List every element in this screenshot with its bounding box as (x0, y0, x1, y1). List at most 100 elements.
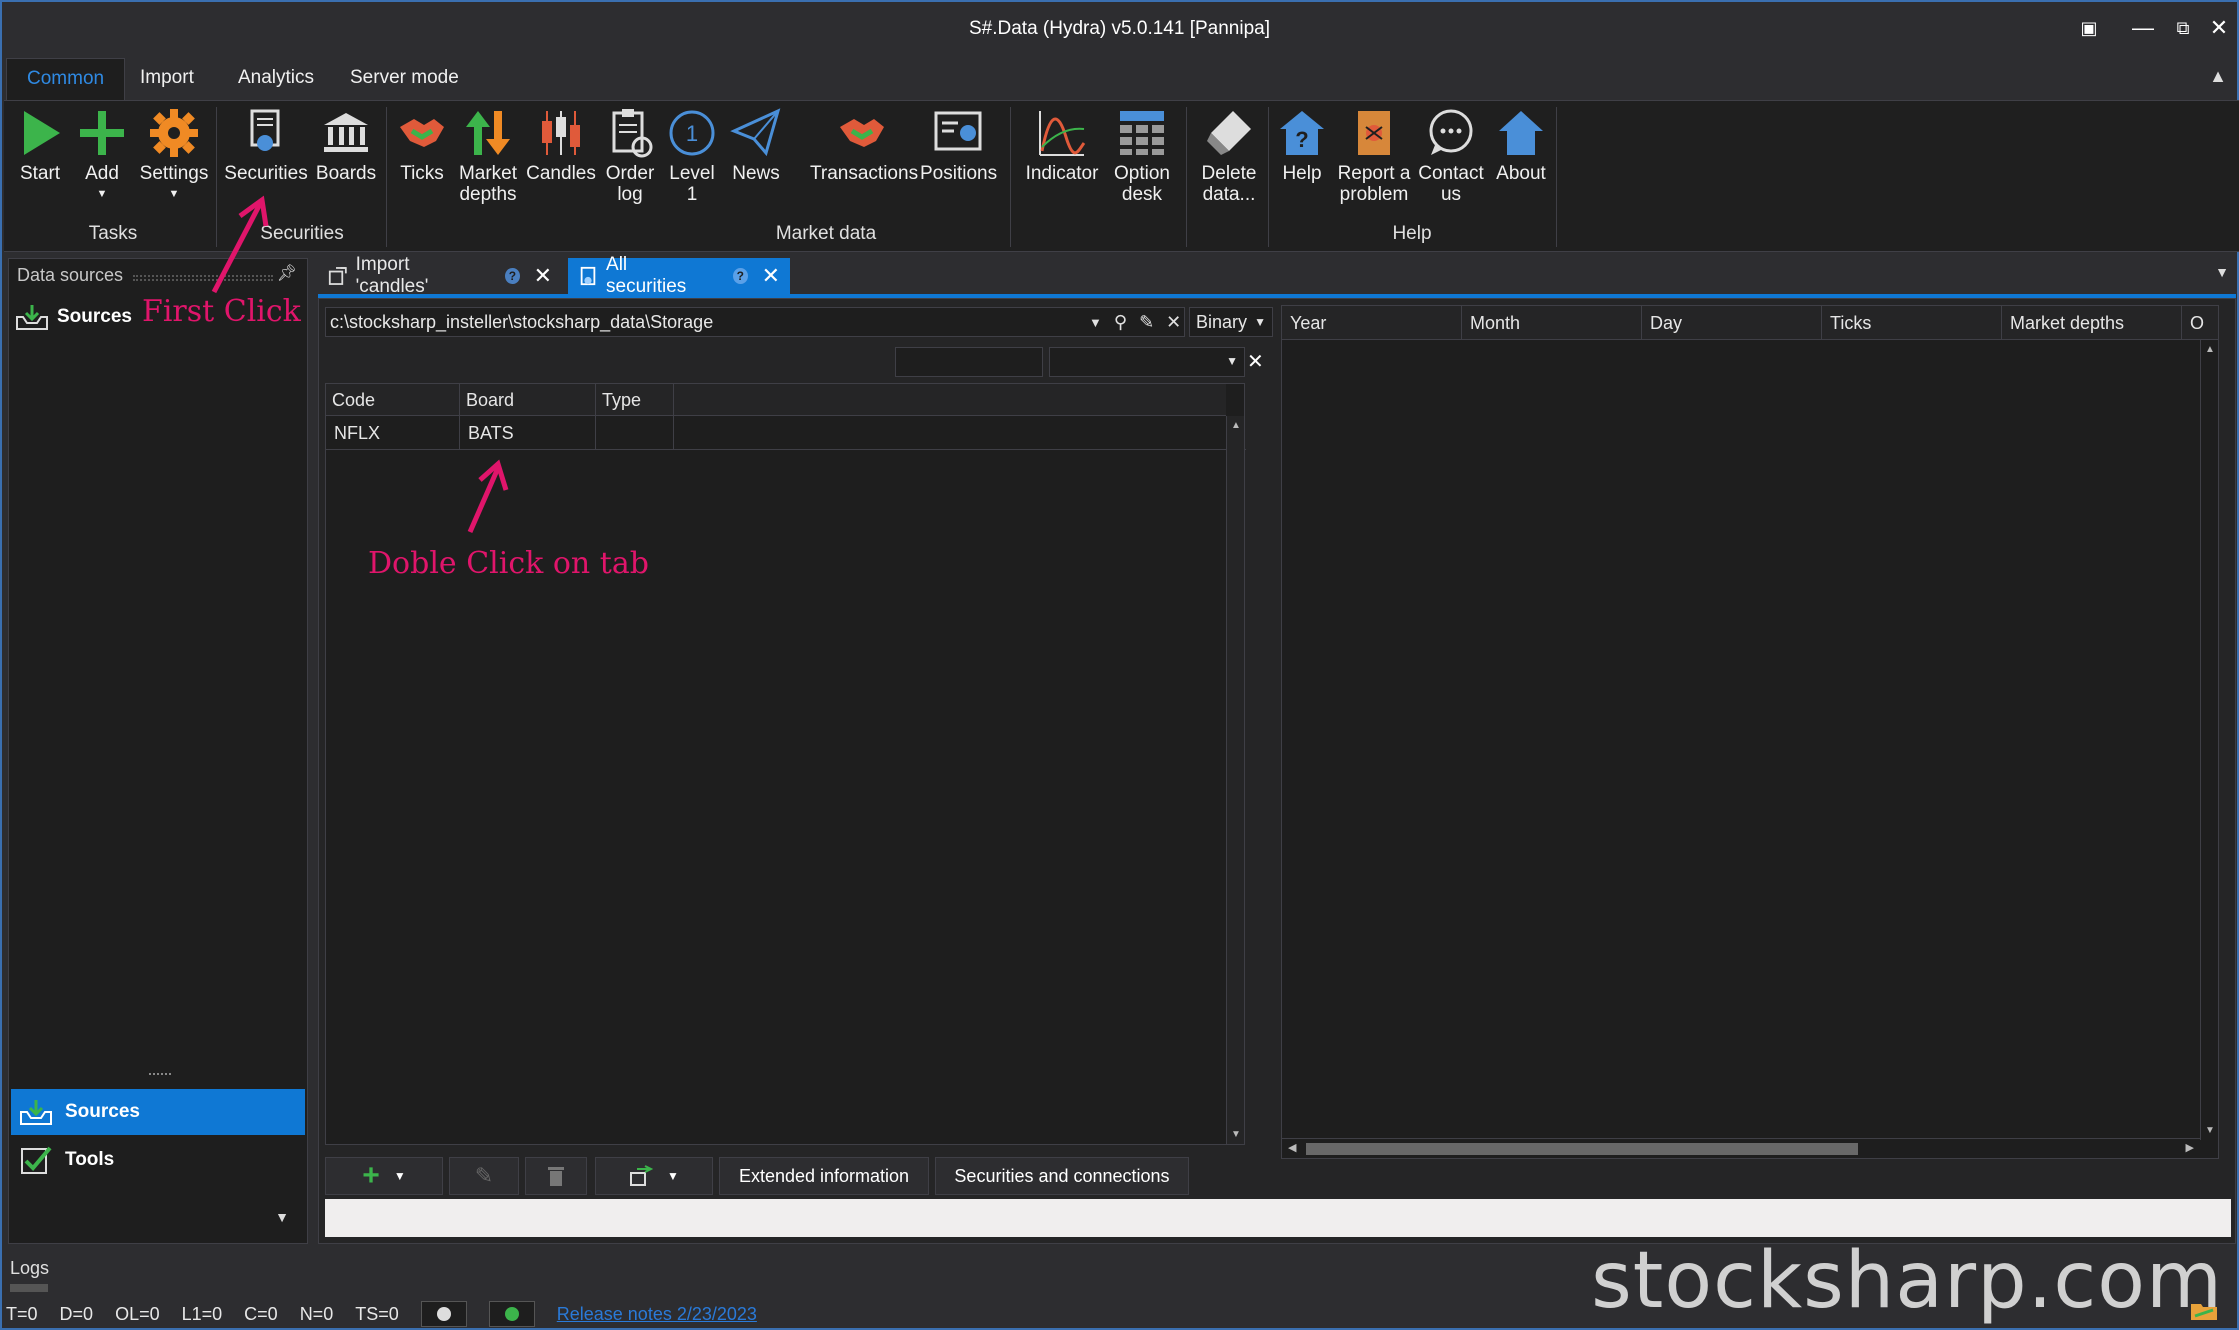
help-label: Help (1282, 163, 1322, 184)
release-notes-link[interactable]: Release notes 2/23/2023 (557, 1304, 757, 1325)
tab-import[interactable]: Import (120, 58, 214, 100)
news-button[interactable]: News (724, 107, 788, 184)
tab-server-mode[interactable]: Server mode (330, 58, 479, 100)
tab-common[interactable]: Common (6, 58, 126, 100)
panel-splitter[interactable] (149, 1073, 171, 1075)
clear-icon[interactable]: ✕ (1166, 312, 1181, 333)
extended-information-button[interactable]: Extended information (719, 1157, 929, 1195)
paper-plane-icon (730, 108, 781, 157)
close-icon[interactable]: ✕ (534, 263, 552, 289)
securities-button[interactable]: Securities (224, 107, 308, 184)
tabs-dropdown-icon[interactable]: ▼ (2215, 264, 2229, 280)
restore-button[interactable]: ⧉ (2167, 14, 2199, 42)
search-icon[interactable]: ⚲ (1114, 312, 1127, 333)
help-icon[interactable]: ? (505, 268, 520, 284)
transactions-icon (840, 119, 884, 147)
about-button[interactable]: About (1490, 107, 1552, 184)
candles-button[interactable]: Candles (526, 107, 596, 184)
horizontal-scrollbar[interactable]: ◀ ▶ (1282, 1138, 2200, 1158)
filter-input[interactable] (895, 347, 1043, 377)
chevron-down-icon[interactable]: ▼ (1089, 315, 1102, 330)
scroll-up-icon[interactable]: ▲ (1231, 420, 1241, 431)
play-icon (24, 111, 60, 155)
column-header-code[interactable]: Code (326, 384, 460, 416)
delete-data-button[interactable]: Delete data... (1194, 107, 1264, 205)
tab-all-securities[interactable]: All securities ? ✕ (568, 254, 790, 297)
column-header-type[interactable]: Type (596, 384, 674, 416)
market-depths-button[interactable]: Market depths (452, 107, 524, 205)
storage-path-field[interactable]: c:\stocksharp_insteller\stocksharp_data\… (325, 307, 1185, 337)
report-problem-label: Report a problem (1337, 163, 1411, 205)
scrollbar-thumb[interactable] (1306, 1143, 1858, 1155)
level1-button[interactable]: 1 Level 1 (664, 107, 720, 205)
delete-security-button[interactable] (525, 1157, 587, 1195)
pencil-icon: ✎ (474, 1163, 494, 1188)
edit-security-button[interactable]: ✎ (449, 1157, 519, 1195)
report-problem-button[interactable]: Report a problem (1334, 107, 1414, 205)
scroll-down-icon[interactable]: ▼ (2205, 1125, 2215, 1136)
nav-tools[interactable]: Tools (11, 1137, 305, 1183)
tab-import-candles[interactable]: Import 'candles' ? ✕ (318, 254, 562, 297)
collapse-ribbon-icon[interactable]: ▲ (2209, 66, 2227, 87)
chevron-down-icon: ▼ (667, 1169, 679, 1183)
scroll-down-icon[interactable]: ▼ (1231, 1129, 1241, 1140)
vertical-scrollbar[interactable]: ▲ ▼ (2200, 340, 2218, 1140)
filter-select[interactable]: ▼ (1049, 347, 1245, 377)
order-log-button[interactable]: Order log (600, 107, 660, 205)
edit-icon[interactable]: ✎ (1139, 312, 1154, 333)
column-header-year[interactable]: Year (1282, 306, 1462, 339)
positions-button[interactable]: Positions (920, 107, 997, 184)
help-icon[interactable]: ? (733, 268, 748, 284)
contact-us-button[interactable]: Contact us (1416, 107, 1486, 205)
option-desk-button[interactable]: Option desk (1102, 107, 1182, 205)
add-dropdown-icon: ▼ (96, 188, 108, 200)
start-button[interactable]: Start (10, 107, 70, 184)
nav-sources[interactable]: Sources (11, 1089, 305, 1135)
chevron-down-icon[interactable]: ▼ (275, 1209, 289, 1225)
boards-button[interactable]: Boards (312, 107, 380, 184)
securities-connections-button[interactable]: Securities and connections (935, 1157, 1189, 1195)
bank-icon (324, 113, 368, 152)
status-n: N=0 (299, 1303, 334, 1324)
format-select[interactable]: Binary ▼ (1189, 307, 1273, 337)
clear-filter-icon[interactable]: ✕ (1247, 349, 1264, 374)
transactions-button[interactable]: Transactions (810, 107, 918, 184)
column-header-o[interactable]: O (2182, 306, 2218, 339)
status-ol: OL=0 (115, 1303, 160, 1324)
play-status-button[interactable] (488, 1301, 535, 1327)
help-button[interactable]: ? Help (1270, 107, 1334, 184)
option-desk-label: Option desk (1114, 163, 1170, 205)
settings-button[interactable]: Settings ▼ (134, 107, 214, 205)
scroll-right-icon[interactable]: ▶ (2186, 1141, 2194, 1154)
transactions-label: Transactions (810, 163, 919, 184)
column-header-board[interactable]: Board (460, 384, 596, 416)
scroll-up-icon[interactable]: ▲ (2205, 344, 2215, 355)
arrow-annotation-first-click (211, 195, 269, 294)
ticks-button[interactable]: Ticks (394, 107, 450, 184)
sources-tree-item[interactable]: Sources (15, 301, 132, 333)
vertical-scrollbar[interactable]: ▲ ▼ (1226, 416, 1244, 1144)
table-row[interactable]: NFLX BATS (326, 416, 1246, 450)
column-header-day[interactable]: Day (1642, 306, 1822, 339)
close-button[interactable]: ✕ (2203, 14, 2235, 42)
tab-analytics[interactable]: Analytics (218, 58, 334, 100)
folder-icon[interactable] (2189, 1300, 2219, 1322)
scroll-left-icon[interactable]: ◀ (1288, 1141, 1296, 1154)
title-bar: S#.Data (Hydra) v5.0.141 [Pannipa] ▣ — ⧉… (2, 2, 2237, 56)
pin-window-icon[interactable]: ▣ (2073, 14, 2105, 42)
import-icon (328, 267, 347, 285)
close-icon[interactable]: ✕ (762, 263, 780, 289)
column-header-market-depths[interactable]: Market depths (2002, 306, 2182, 339)
column-header-ticks[interactable]: Ticks (1822, 306, 2002, 339)
ribbon-separator (1556, 107, 1557, 247)
export-button[interactable]: ▼ (595, 1157, 713, 1195)
logs-tab[interactable] (10, 1284, 48, 1292)
column-header-month[interactable]: Month (1462, 306, 1642, 339)
chevron-down-icon: ▼ (1254, 315, 1266, 329)
indicator-button[interactable]: Indicator (1024, 107, 1100, 184)
watermark: stocksharp.com (1591, 1236, 2223, 1326)
record-button[interactable] (420, 1301, 467, 1327)
add-security-button[interactable]: + ▼ (325, 1157, 443, 1195)
add-button[interactable]: Add ▼ (74, 107, 130, 205)
minimize-button[interactable]: — (2127, 14, 2159, 42)
